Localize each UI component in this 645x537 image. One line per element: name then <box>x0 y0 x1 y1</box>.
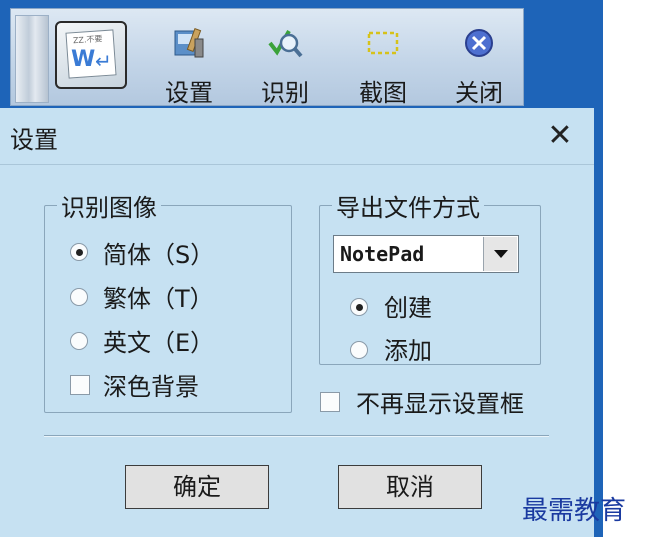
settings-label: 设置 <box>165 79 213 107</box>
magnifier-check-icon <box>268 30 303 58</box>
close-circle-icon <box>465 29 493 57</box>
chevron-down-icon[interactable] <box>483 237 517 271</box>
radio-create[interactable] <box>350 298 368 316</box>
recognize-image-group: 识别图像 简体（S） 繁体（T） 英文（E） 深色背景 <box>44 188 292 413</box>
close-app-label: 关闭 <box>455 79 503 107</box>
ok-button[interactable]: 确定 <box>125 465 269 509</box>
dark-background-label: 深色背景 <box>103 373 199 401</box>
close-icon[interactable]: ✕ <box>542 118 578 154</box>
option-create-label: 创建 <box>384 294 432 322</box>
watermark: 最需教育 <box>522 496 627 526</box>
divider <box>44 435 549 437</box>
dark-background-checkbox[interactable] <box>70 375 90 395</box>
export-format-select[interactable]: NotePad <box>333 235 519 273</box>
no-show-checkbox[interactable] <box>320 392 340 412</box>
option-simplified-label: 简体（S） <box>103 241 215 269</box>
no-show-label: 不再显示设置框 <box>356 390 524 418</box>
dashed-rect-icon <box>367 31 399 55</box>
screenshot-label: 截图 <box>359 79 407 107</box>
screenshot-button[interactable]: 截图 <box>347 17 419 107</box>
dialog-title: 设置 <box>10 126 58 154</box>
dialog-titlebar[interactable]: 设置 ✕ <box>0 108 594 165</box>
export-format-value: NotePad <box>340 242 425 266</box>
recognize-button[interactable]: 识别 <box>249 17 321 107</box>
app-logo-icon[interactable]: ZZ.不要 W ↵ <box>55 21 127 89</box>
settings-button[interactable]: 设置 <box>153 17 225 107</box>
settings-dialog: 设置 ✕ 识别图像 简体（S） 繁体（T） 英文（E） 深色背景 导出文件方式 … <box>0 108 594 537</box>
export-group-legend: 导出文件方式 <box>332 188 484 223</box>
option-english-label: 英文（E） <box>103 329 215 357</box>
radio-simplified[interactable] <box>70 243 88 261</box>
settings-tools-icon <box>174 27 204 58</box>
toolbar: ZZ.不要 W ↵ 设置 识别 截图 关闭 <box>10 8 524 107</box>
radio-english[interactable] <box>70 332 88 350</box>
recognize-group-legend: 识别图像 <box>57 188 161 223</box>
logo-small-text: ZZ.不要 <box>72 34 103 46</box>
radio-append[interactable] <box>350 341 368 359</box>
logo-arrow: ↵ <box>95 49 112 73</box>
logo-letter: W <box>71 47 96 72</box>
option-traditional-label: 繁体（T） <box>103 285 214 313</box>
close-app-button[interactable]: 关闭 <box>443 17 515 107</box>
export-mode-group: 导出文件方式 创建 添加 <box>319 188 541 365</box>
option-append-label: 添加 <box>384 337 432 365</box>
cancel-button[interactable]: 取消 <box>338 465 482 509</box>
radio-traditional[interactable] <box>70 288 88 306</box>
recognize-label: 识别 <box>261 79 309 107</box>
background-blue-right <box>594 0 603 537</box>
toolbar-grip[interactable] <box>15 15 49 103</box>
